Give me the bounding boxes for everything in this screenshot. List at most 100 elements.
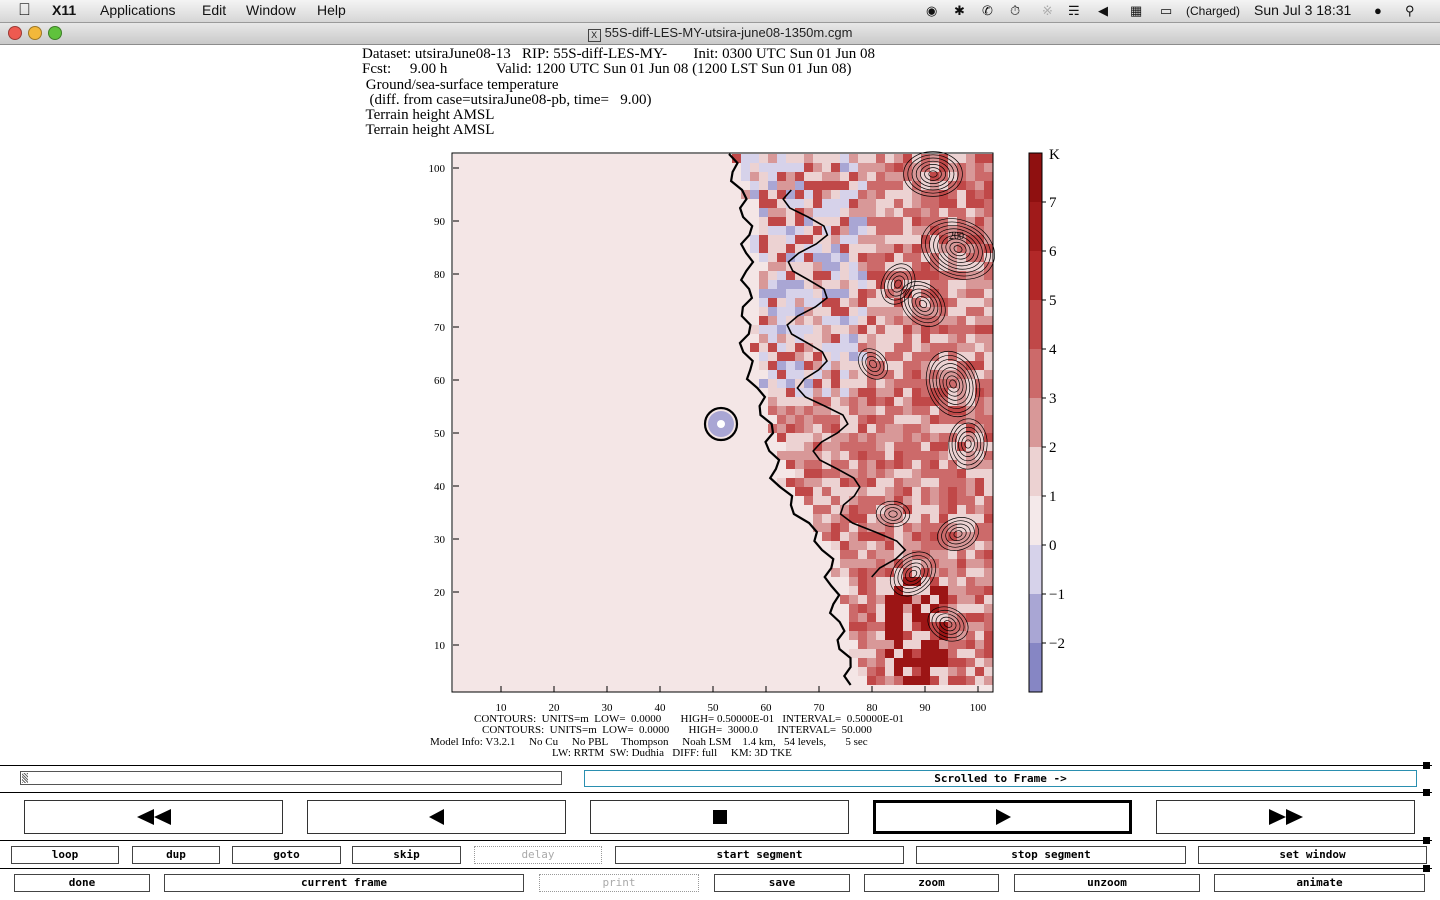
colorbar-label: 5	[1049, 293, 1057, 309]
x-tick-label: 90	[920, 702, 932, 714]
separator-3	[0, 840, 1432, 841]
fast-forward-icon	[1268, 809, 1303, 825]
y-tick-label: 70	[434, 322, 446, 334]
colorbar-unit: K	[1049, 147, 1060, 163]
x-tick-label: 100	[970, 702, 987, 714]
footer-physics: LW: RRTM SW: Dudhia DIFF: full KM: 3D TK…	[552, 747, 792, 759]
apple-menu-icon[interactable]: 	[18, 0, 31, 20]
start-segment-button[interactable]: start segment	[615, 846, 904, 864]
stop-icon	[712, 810, 727, 824]
stop-segment-button[interactable]: stop segment	[916, 846, 1186, 864]
step-back-icon	[428, 809, 444, 825]
bluetooth-icon[interactable]: ※	[1042, 3, 1053, 19]
colorbar-swatch	[1029, 447, 1042, 497]
colorbar-label: 7	[1049, 195, 1057, 211]
y-tick-label: 20	[434, 587, 446, 599]
robot-icon[interactable]: ◉	[926, 3, 937, 19]
volume-icon[interactable]: ◀	[1098, 3, 1108, 19]
colorbar-swatch	[1029, 202, 1042, 252]
window-title-bar[interactable]: X 55S-diff-LES-MY-utsira-june08-1350m.cgm	[0, 23, 1440, 45]
y-tick-label: 40	[434, 481, 446, 493]
colorbar-swatch	[1029, 398, 1042, 448]
plot-canvas: Dataset: utsiraJune08-13 RIP: 55S-diff-L…	[0, 45, 1440, 765]
fast-forward-button[interactable]	[1156, 800, 1415, 834]
footer-contours-2: CONTOURS: UNITS=m LOW= 0.0000 HIGH= 3000…	[482, 724, 872, 736]
colorbar-label: −2	[1049, 636, 1065, 652]
battery-icon[interactable]: ▭	[1160, 3, 1172, 19]
temperature-cells	[453, 154, 993, 692]
unzoom-button[interactable]: unzoom	[1014, 874, 1200, 892]
save-button[interactable]: save	[714, 874, 850, 892]
dup-button[interactable]: dup	[132, 846, 220, 864]
y-tick-label: 90	[434, 216, 446, 228]
y-tick-label: 10	[434, 640, 446, 652]
time-machine-icon[interactable]: ⏱	[1010, 3, 1020, 19]
play-icon	[995, 809, 1011, 825]
temperature-difference-map: 200 10 20 30 40 50 60 70 80 90 100100908070605040…	[429, 147, 1065, 714]
contour-label: 200	[949, 231, 964, 242]
colorbar-swatch	[1029, 300, 1042, 350]
y-tick-label: 30	[434, 534, 446, 546]
skip-button[interactable]: skip	[352, 846, 461, 864]
menu-applications[interactable]: Applications	[100, 2, 176, 18]
fast-rewind-button[interactable]	[24, 800, 283, 834]
menu-window[interactable]: Window	[246, 2, 296, 18]
menu-help[interactable]: Help	[317, 2, 346, 18]
separator-4	[0, 868, 1432, 869]
frame-scrollbar[interactable]	[20, 771, 562, 785]
window-title: 55S-diff-LES-MY-utsira-june08-1350m.cgm	[604, 25, 853, 40]
colorbar-label: 2	[1049, 440, 1057, 456]
y-tick-label: 60	[434, 375, 446, 387]
resize-marker-2	[1423, 789, 1430, 796]
done-button[interactable]: done	[14, 874, 150, 892]
set-window-button[interactable]: set window	[1198, 846, 1427, 864]
menu-edit[interactable]: Edit	[202, 2, 226, 18]
network-tool-icon[interactable]: ✱	[954, 3, 965, 19]
colorbar-swatch	[1029, 594, 1042, 644]
colorbar-swatch	[1029, 251, 1042, 301]
x11-window-icon: X	[587, 29, 601, 42]
status-label: Scrolled to Frame ->	[584, 770, 1417, 787]
print-button[interactable]: print	[539, 874, 699, 892]
goto-button[interactable]: goto	[232, 846, 341, 864]
resize-marker-3	[1423, 837, 1430, 844]
fast-rewind-icon	[136, 809, 171, 825]
play-button[interactable]	[873, 800, 1132, 834]
colorbar-label: 0	[1049, 538, 1057, 554]
current-frame-button[interactable]: current frame	[164, 874, 524, 892]
colorbar-swatch	[1029, 545, 1042, 595]
spotlight-search-icon[interactable]: ⚲	[1405, 3, 1415, 19]
wifi-icon[interactable]: ☴	[1068, 3, 1080, 19]
stop-button[interactable]	[590, 800, 849, 834]
zoom-button[interactable]: zoom	[864, 874, 999, 892]
scrollbar-thumb[interactable]	[22, 773, 28, 783]
delay-button[interactable]: delay	[474, 846, 602, 864]
battery-status: (Charged)	[1186, 4, 1241, 18]
menubar-clock[interactable]: Sun Jul 3 18:31	[1254, 2, 1351, 18]
app-menu[interactable]: X11	[52, 2, 76, 18]
colorbar-swatch	[1029, 496, 1042, 546]
phone-icon[interactable]: ✆	[982, 3, 993, 19]
colorbar-swatch	[1029, 643, 1042, 693]
separator-2	[0, 792, 1432, 793]
colorbar-label: 3	[1049, 391, 1057, 407]
user-icon[interactable]: ●	[1374, 3, 1382, 18]
colorbar-swatch	[1029, 349, 1042, 399]
colorbar-label: −1	[1049, 587, 1065, 603]
resize-marker-1	[1423, 762, 1430, 769]
colorbar-label: 1	[1049, 489, 1057, 505]
step-back-button[interactable]	[307, 800, 566, 834]
menu-bar:  X11 Applications Edit Window Help ◉ ✱ …	[0, 0, 1440, 23]
resize-marker-4	[1423, 865, 1430, 872]
y-tick-label: 100	[429, 163, 446, 175]
separator-top	[0, 765, 1432, 766]
calendar-icon[interactable]: ▦	[1130, 3, 1142, 19]
colorbar-swatch	[1029, 153, 1042, 203]
loop-button[interactable]: loop	[11, 846, 119, 864]
colorbar-label: 6	[1049, 244, 1057, 260]
colorbar: K 7 6 5 4 3 2 1 0 −1 −2	[1028, 147, 1065, 693]
y-tick-label: 50	[434, 428, 446, 440]
colorbar-label: 4	[1049, 342, 1057, 358]
y-tick-label: 80	[434, 269, 446, 281]
animate-button[interactable]: animate	[1214, 874, 1425, 892]
